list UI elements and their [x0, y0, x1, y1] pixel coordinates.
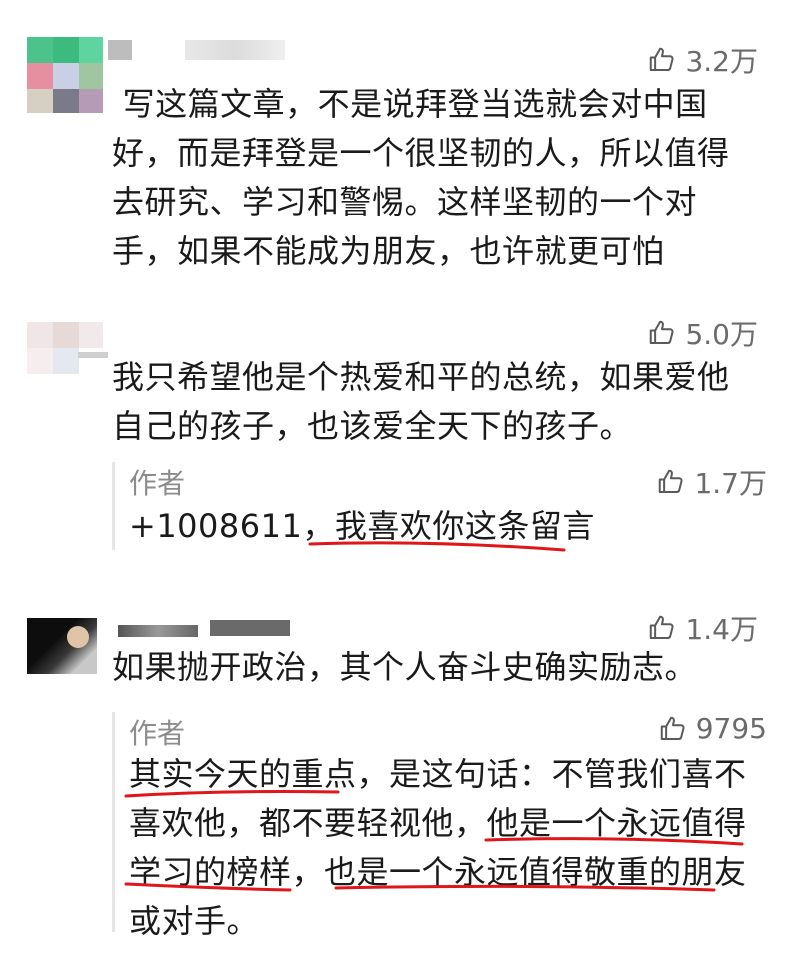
red-underline-annotation — [308, 541, 566, 552]
avatar[interactable] — [27, 618, 97, 674]
like-button[interactable]: 3.2万 — [647, 40, 758, 80]
thumbs-up-icon — [660, 716, 685, 740]
thumbs-up-icon — [659, 469, 684, 493]
reply-author: 作者 — [129, 467, 186, 500]
red-underline-annotation — [484, 837, 744, 846]
reply-text: 其实今天的重点，是这句话：不管我们喜不 喜欢他，都不要轻视他，他是一个永远值得 … — [129, 755, 747, 940]
thumbs-up-icon — [650, 615, 675, 639]
author-reply: 作者 9795 其实今天的重点，是这句话：不管我们喜不 喜欢他，都不要轻视他，他… — [112, 712, 767, 940]
avatar[interactable] — [27, 322, 103, 398]
username-blurred — [108, 40, 132, 60]
username-blurred — [210, 620, 290, 636]
thumbs-up-icon — [650, 47, 675, 71]
avatar[interactable] — [27, 37, 103, 113]
reply-author: 作者 — [129, 717, 186, 750]
thumbs-up-icon — [650, 320, 675, 344]
comment-text: 如果抛开政治，其个人奋斗史确实励志。 — [112, 648, 698, 686]
like-button[interactable]: 1.4万 — [647, 608, 758, 648]
like-count: 9795 — [695, 712, 767, 745]
username-blurred — [118, 625, 198, 637]
username-blurred — [78, 352, 108, 358]
like-count: 3.2万 — [685, 45, 758, 78]
comment-text: 写这篇文章，不是说拜登当选就会对中国 好，而是拜登是一个很坚韧的人，所以值得 去… — [112, 85, 730, 270]
author-reply: 作者 1.7万 +1008611，我喜欢你这条留言 — [112, 462, 767, 550]
comment-text: 我只希望他是个热爱和平的总统，如果爱他 自己的孩子，也该爱全天下的孩子。 — [112, 358, 730, 445]
red-underline-annotation — [124, 882, 292, 892]
username-blurred — [185, 40, 285, 60]
like-button[interactable]: 1.7万 — [656, 462, 767, 502]
like-count: 5.0万 — [685, 318, 758, 351]
like-count: 1.7万 — [694, 467, 767, 500]
red-underline-annotation — [334, 884, 716, 892]
red-underline-annotation — [124, 790, 340, 798]
like-button[interactable]: 9795 — [658, 712, 767, 745]
like-count: 1.4万 — [685, 613, 758, 646]
like-button[interactable]: 5.0万 — [647, 313, 758, 353]
